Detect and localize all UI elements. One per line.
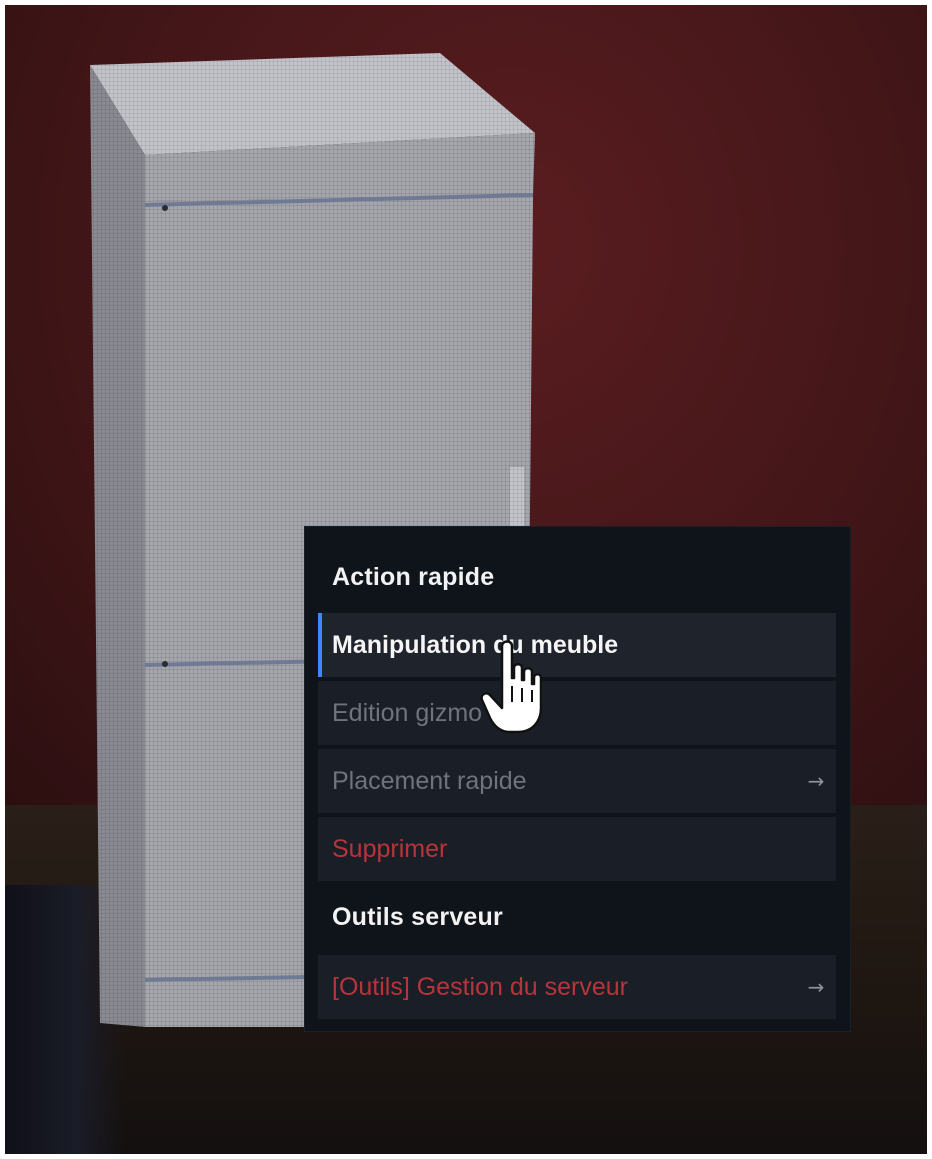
menu-item-manipulation-du-meuble[interactable]: Manipulation du meuble — [318, 613, 836, 677]
section-title-outils-serveur: Outils serveur — [332, 903, 503, 931]
menu-item-label: Supprimer — [332, 834, 448, 863]
menu-item-label: Placement rapide — [332, 766, 527, 795]
hand-pointer-icon — [480, 640, 542, 734]
menu-item-supprimer[interactable]: Supprimer — [318, 817, 836, 881]
menu-item-edition-gizmo[interactable]: Edition gizmo — [318, 681, 836, 745]
arrow-right-icon: → — [807, 769, 825, 793]
context-menu: Action rapide Manipulation du meuble Edi… — [305, 527, 850, 1031]
menu-item-placement-rapide[interactable]: Placement rapide → — [318, 749, 836, 813]
section-title-action-rapide: Action rapide — [332, 563, 495, 591]
arrow-right-icon: → — [807, 975, 825, 999]
menu-item-label: Edition gizmo — [332, 698, 483, 727]
menu-item-gestion-du-serveur[interactable]: [Outils] Gestion du serveur → — [318, 955, 836, 1019]
menu-item-label: Manipulation du meuble — [332, 630, 619, 659]
menu-item-label: [Outils] Gestion du serveur — [332, 972, 628, 1001]
